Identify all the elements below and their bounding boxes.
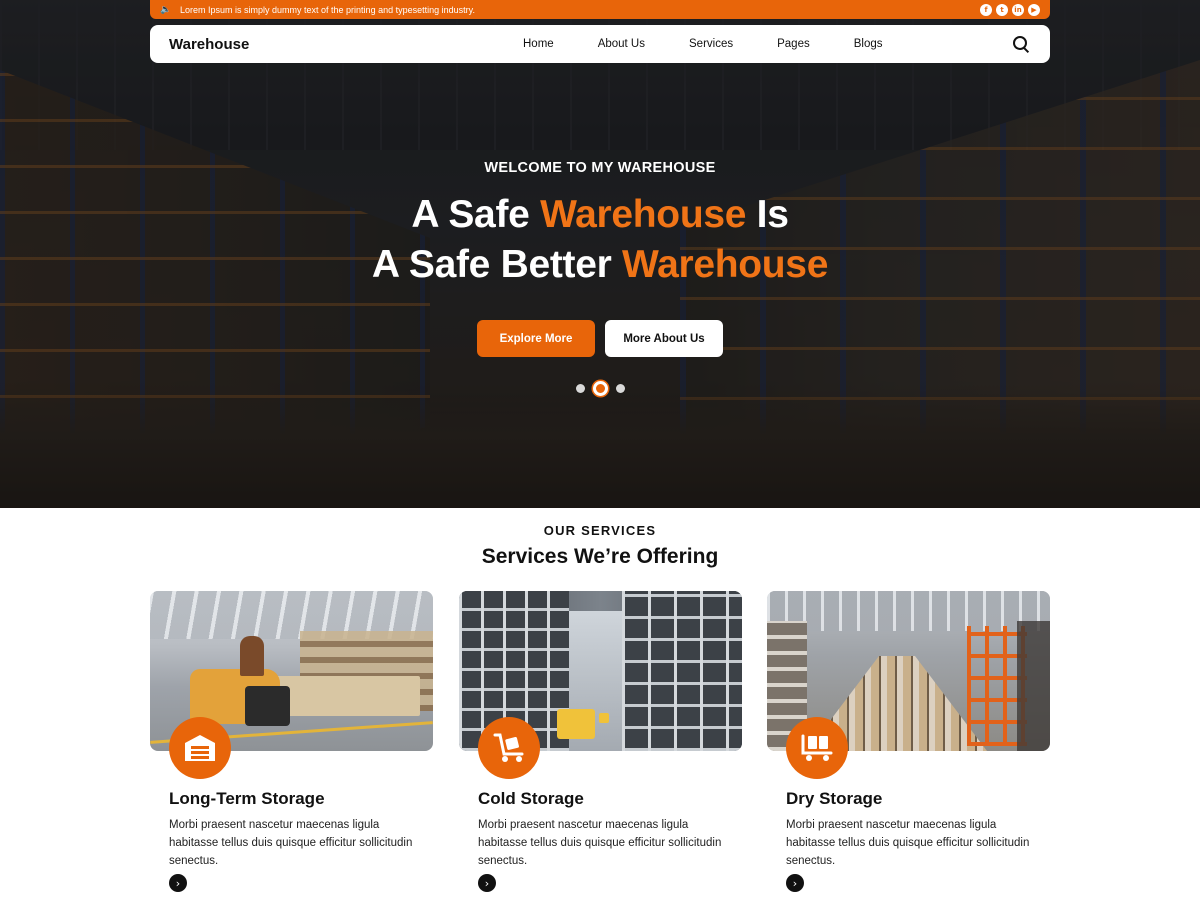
service-description: Morbi praesent nascetur maecenas ligula … bbox=[169, 819, 413, 867]
headline-line2-accent: Warehouse bbox=[622, 243, 829, 286]
nav-item-home[interactable]: Home bbox=[523, 38, 554, 50]
announcement-bar: 🔈 Lorem Ipsum is simply dummy text of th… bbox=[150, 0, 1050, 19]
hero-eyebrow: WELCOME TO MY WAREHOUSE bbox=[484, 160, 716, 176]
headline-line2-prefix: A Safe Better bbox=[371, 243, 623, 286]
service-description: Morbi praesent nascetur maecenas ligula … bbox=[786, 819, 1030, 867]
chevron-right-icon[interactable]: › bbox=[478, 874, 496, 892]
explore-more-button[interactable]: Explore More bbox=[477, 320, 595, 357]
services-cards: Long-Term Storage Morbi praesent nascetu… bbox=[150, 591, 1050, 900]
more-about-us-button[interactable]: More About Us bbox=[605, 320, 723, 357]
hero-section: 🔈 Lorem Ipsum is simply dummy text of th… bbox=[0, 0, 1200, 508]
service-card-long-term-storage[interactable]: Long-Term Storage Morbi praesent nascetu… bbox=[150, 591, 433, 900]
twitter-icon[interactable]: t bbox=[996, 3, 1008, 16]
brand-logo[interactable]: Warehouse bbox=[169, 36, 469, 53]
slider-dot-1[interactable] bbox=[575, 384, 585, 393]
hand-truck-icon bbox=[478, 717, 540, 779]
headline-line1-prefix: A Safe bbox=[411, 193, 541, 236]
announcement-text: Lorem Ipsum is simply dummy text of the … bbox=[180, 4, 475, 15]
social-links: f t in ▶ bbox=[980, 3, 1040, 16]
hero-cta-row: Explore More More About Us bbox=[0, 320, 1200, 357]
facebook-icon[interactable]: f bbox=[980, 3, 992, 16]
service-description: Morbi praesent nascetur maecenas ligula … bbox=[478, 819, 722, 867]
youtube-icon[interactable]: ▶ bbox=[1028, 3, 1040, 16]
hero-headline-line-2: A Safe Better Warehouse bbox=[0, 240, 1200, 290]
service-title: Long-Term Storage bbox=[169, 789, 325, 808]
service-title: Dry Storage bbox=[786, 789, 883, 808]
headline-line1-accent: Warehouse bbox=[540, 193, 747, 236]
services-title: Services We’re Offering bbox=[481, 545, 719, 568]
slider-dot-2[interactable] bbox=[592, 381, 608, 396]
headline-line1-suffix: Is bbox=[746, 193, 789, 236]
chevron-right-icon[interactable]: › bbox=[786, 874, 804, 892]
services-eyebrow: OUR SERVICES bbox=[543, 523, 657, 538]
dolly-boxes-icon bbox=[786, 717, 848, 779]
slider-dot-3[interactable] bbox=[615, 384, 625, 393]
service-card-cold-storage[interactable]: Cold Storage Morbi praesent nascetur mae… bbox=[459, 591, 742, 900]
hero-headline-line-1: A Safe Warehouse Is bbox=[0, 190, 1200, 240]
nav-menu: Home About Us Services Pages Blogs bbox=[523, 38, 1011, 50]
nav-item-pages[interactable]: Pages bbox=[777, 38, 810, 50]
main-navbar: Warehouse Home About Us Services Pages B… bbox=[150, 25, 1050, 63]
search-icon[interactable] bbox=[1011, 34, 1031, 54]
slider-dots bbox=[0, 381, 1200, 396]
nav-item-blogs[interactable]: Blogs bbox=[854, 38, 883, 50]
linkedin-icon[interactable]: in bbox=[1012, 3, 1024, 16]
nav-item-services[interactable]: Services bbox=[689, 38, 733, 50]
nav-item-about-us[interactable]: About Us bbox=[598, 38, 645, 50]
service-card-dry-storage[interactable]: Dry Storage Morbi praesent nascetur maec… bbox=[767, 591, 1050, 900]
chevron-right-icon[interactable]: › bbox=[169, 874, 187, 892]
hero-content: WELCOME TO MY WAREHOUSE A Safe Warehouse… bbox=[0, 160, 1200, 396]
speaker-icon: 🔈 bbox=[160, 4, 172, 14]
service-title: Cold Storage bbox=[478, 789, 584, 808]
hero-headline: A Safe Warehouse Is A Safe Better Wareho… bbox=[0, 190, 1200, 290]
warehouse-garage-icon bbox=[169, 717, 231, 779]
